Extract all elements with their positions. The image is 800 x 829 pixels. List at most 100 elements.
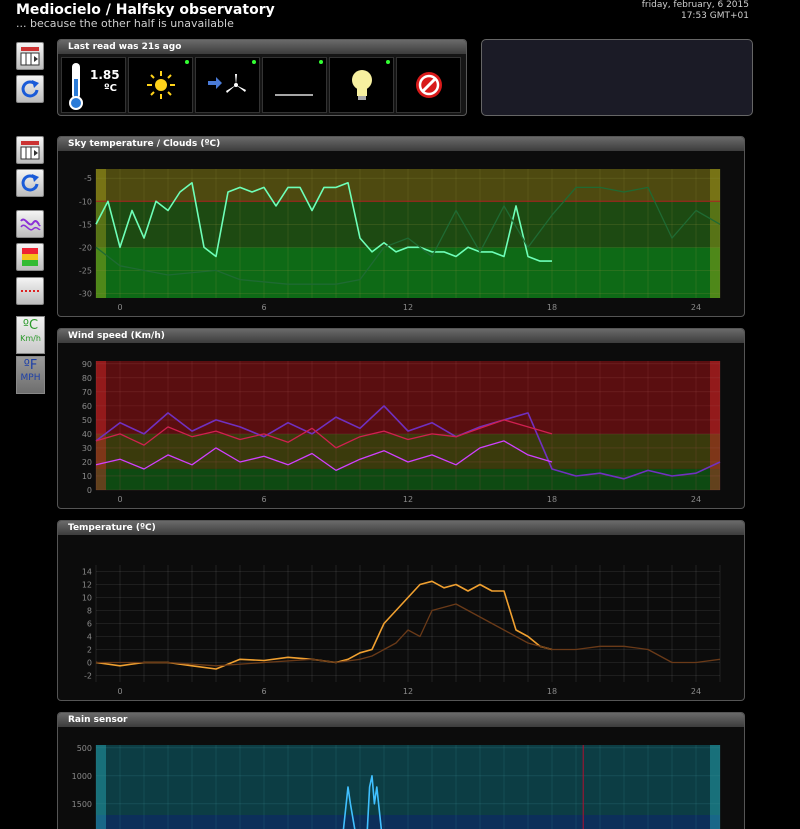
thermometer-icon bbox=[69, 63, 83, 110]
edge-fade-right bbox=[710, 745, 720, 829]
y-tick-label: 40 bbox=[82, 430, 92, 439]
x-tick-label: 18 bbox=[547, 303, 557, 312]
sky-temperature-chart: -5 -10 -15 -20 -25 -30 0 6 12 18 24 bbox=[79, 169, 721, 312]
x-tick-label: 0 bbox=[117, 687, 122, 696]
temp-chart-title: Temperature (ºC) bbox=[58, 521, 744, 535]
refresh-icon-2 bbox=[21, 174, 39, 192]
y-tick-label: 12 bbox=[82, 581, 92, 590]
last-read-label: Last read was 21s ago bbox=[58, 40, 466, 54]
y-tick-label: 4 bbox=[87, 633, 92, 642]
wind-turbine-icon bbox=[208, 74, 246, 93]
imperial-temp-label: ºF bbox=[23, 358, 38, 373]
sky-chart-title: Sky temperature / Clouds (ºC) bbox=[58, 137, 744, 151]
dotted-line-icon bbox=[21, 290, 39, 292]
x-tick-label: 24 bbox=[691, 303, 701, 312]
y-tick-label: 80 bbox=[82, 374, 92, 383]
x-tick-label: 6 bbox=[261, 687, 266, 696]
x-tick-label: 6 bbox=[261, 495, 266, 504]
no-entry-icon bbox=[416, 72, 442, 98]
dry-line-icon bbox=[275, 94, 313, 96]
date-time: friday, february, 6 2015 17:53 GMT+01 bbox=[642, 0, 749, 22]
wind-chart-title: Wind speed (Km/h) bbox=[58, 329, 744, 343]
y-tick-label: 10 bbox=[82, 594, 92, 603]
rain-sensor-panel: Rain sensor 500100015002000 bbox=[57, 712, 745, 829]
light-status-led bbox=[386, 60, 390, 64]
y-tick-label: 0 bbox=[87, 486, 92, 495]
light-tile bbox=[329, 57, 394, 113]
temperature-panel: Temperature (ºC) 14 12 10 8 6 4 2 0 -2 0 6 12 18 24 bbox=[57, 520, 745, 701]
x-tick-label: 24 bbox=[691, 687, 701, 696]
threshold-lines-button[interactable] bbox=[16, 277, 44, 305]
wind-status-led bbox=[252, 60, 256, 64]
x-tick-label: 6 bbox=[261, 303, 266, 312]
series-line-0 bbox=[95, 580, 553, 670]
x-tick-label: 12 bbox=[403, 687, 413, 696]
rain-status-led bbox=[319, 60, 323, 64]
x-tick-label: 18 bbox=[547, 687, 557, 696]
sun-tile bbox=[128, 57, 193, 113]
temperature-value: 1.85 bbox=[90, 68, 120, 82]
metric-units-button[interactable]: ºC Km/h bbox=[16, 316, 45, 354]
metric-temp-label: ºC bbox=[22, 318, 39, 333]
imperial-wind-label: MPH bbox=[20, 373, 41, 383]
y-tick-label: 20 bbox=[82, 458, 92, 467]
edge-fade-left bbox=[96, 745, 106, 829]
sun-status-led bbox=[185, 60, 189, 64]
y-tick-label: 10 bbox=[82, 472, 92, 481]
color-bands-icon bbox=[22, 248, 38, 266]
sun-icon bbox=[147, 71, 175, 99]
y-tick-label: 0 bbox=[87, 659, 92, 668]
y-tick-label: -2 bbox=[84, 672, 92, 681]
wave-icon bbox=[20, 218, 41, 231]
x-tick-label: 12 bbox=[403, 303, 413, 312]
y-tick-label: 1500 bbox=[72, 800, 92, 809]
color-bands-button[interactable] bbox=[16, 243, 44, 271]
alert-tile bbox=[396, 57, 461, 113]
imperial-units-button[interactable]: ºF MPH bbox=[16, 356, 45, 394]
y-tick-label: 70 bbox=[82, 388, 92, 397]
page-title: Mediocielo / Halfsky observatory bbox=[16, 2, 275, 18]
time-label: 17:53 GMT+01 bbox=[680, 11, 749, 21]
y-tick-label: -5 bbox=[84, 174, 92, 183]
y-tick-label: 8 bbox=[87, 607, 92, 616]
rain-tile bbox=[262, 57, 327, 113]
status-panel: Last read was 21s ago 1.85 ºC bbox=[57, 39, 467, 116]
y-tick-label: 2 bbox=[87, 646, 92, 655]
y-tick-label: 14 bbox=[82, 568, 92, 577]
x-tick-label: 0 bbox=[117, 495, 122, 504]
x-tick-label: 18 bbox=[547, 495, 557, 504]
y-tick-label: 1000 bbox=[72, 772, 92, 781]
date-label: friday, february, 6 2015 bbox=[641, 0, 749, 10]
y-tick-label: -10 bbox=[79, 197, 92, 206]
layout-icon bbox=[20, 47, 40, 66]
lightbulb-icon bbox=[352, 70, 372, 100]
edge-fade-left bbox=[96, 169, 106, 298]
temperature-tile: 1.85 ºC bbox=[61, 57, 126, 113]
layout-toggle-button[interactable] bbox=[16, 42, 44, 70]
rain-chart-title: Rain sensor bbox=[58, 713, 744, 727]
y-tick-label: 50 bbox=[82, 416, 92, 425]
y-tick-label: 6 bbox=[87, 620, 92, 629]
rain-sensor-chart: 500100015002000 bbox=[72, 744, 721, 829]
chart-layout-button[interactable] bbox=[16, 136, 44, 164]
wind-tile bbox=[195, 57, 260, 113]
y-tick-label: -25 bbox=[79, 266, 92, 275]
y-tick-label: 60 bbox=[82, 402, 92, 411]
x-tick-label: 12 bbox=[403, 495, 413, 504]
y-tick-label: -20 bbox=[79, 243, 92, 252]
y-tick-label: 90 bbox=[82, 360, 92, 369]
x-tick-label: 0 bbox=[117, 303, 122, 312]
edge-fade-right bbox=[710, 361, 720, 490]
temperature-chart: 14 12 10 8 6 4 2 0 -2 0 6 12 18 24 bbox=[82, 565, 721, 696]
refresh-icon bbox=[21, 80, 39, 98]
refresh-button[interactable] bbox=[16, 75, 44, 103]
metric-wind-label: Km/h bbox=[20, 334, 41, 343]
y-tick-label: 500 bbox=[77, 744, 92, 753]
edge-fade-left bbox=[96, 361, 106, 490]
chart-refresh-button[interactable] bbox=[16, 169, 44, 197]
info-panel bbox=[481, 39, 753, 116]
wind-speed-panel: Wind speed (Km/h) 0 10 20 30 40 50 60 70 80 90 0 6 1… bbox=[57, 328, 745, 509]
smooth-lines-button[interactable] bbox=[16, 210, 44, 238]
wind-speed-chart: 0 10 20 30 40 50 60 70 80 90 0 6 12 18 24 bbox=[82, 360, 721, 504]
y-tick-label: 30 bbox=[82, 444, 92, 453]
